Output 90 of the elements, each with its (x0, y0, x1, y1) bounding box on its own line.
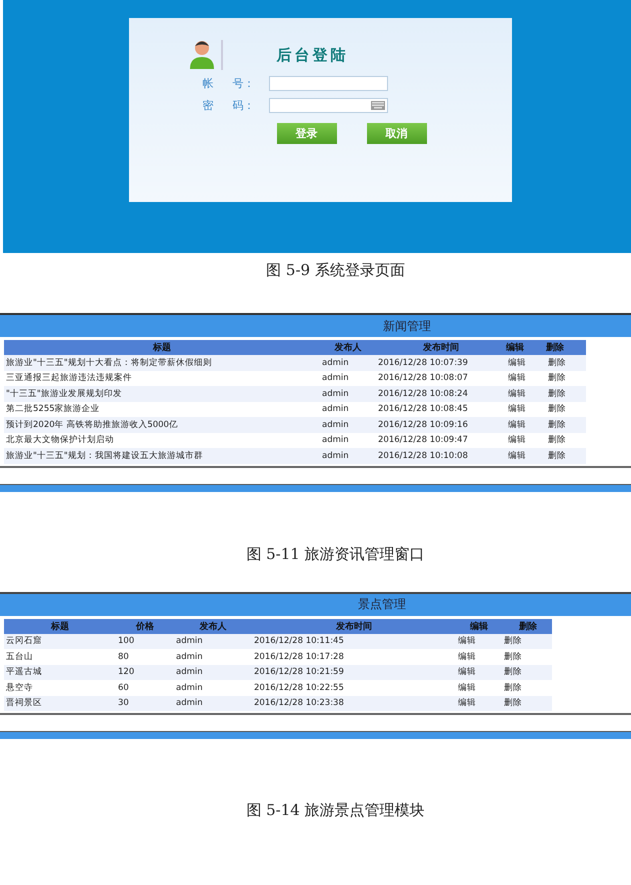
keyboard-icon[interactable] (370, 101, 384, 110)
column-header: 编辑 (506, 341, 525, 354)
table-cell-text: 悬空寺 (5, 682, 34, 694)
edit-link[interactable]: 编辑 (506, 450, 546, 462)
edit-link[interactable]: 编辑 (456, 697, 502, 710)
table-cell-text: 北京最大文物保护计划启动 (5, 434, 115, 446)
table-cell-text: admin (321, 388, 350, 399)
table-cell-text: 2016/12/28 10:23:38 (253, 698, 345, 708)
table-cell-text: admin (175, 652, 204, 662)
table-cell-text: 预计到2020年 高铁将助推旅游收入5000亿 (5, 418, 179, 431)
edit-link[interactable]: 编辑 (506, 388, 546, 400)
field-label: 密 (202, 98, 214, 113)
edit-link[interactable]: 编辑 (456, 682, 502, 694)
table-cell-text: admin (175, 682, 204, 693)
column-header: 发布时间 (335, 620, 373, 632)
table-cell-text: "十三五"旅游业发展规划印发 (5, 388, 123, 400)
column-header: 发布时间 (422, 341, 460, 354)
edit-link[interactable]: 编辑 (456, 635, 502, 648)
delete-link[interactable]: 删除 (546, 434, 586, 446)
delete-link[interactable]: 删除 (546, 388, 586, 400)
password-field[interactable] (268, 98, 388, 113)
edit-link[interactable]: 编辑 (456, 666, 502, 678)
window-title: 景点管理 (358, 596, 406, 613)
table-cell-text: 2016/12/28 10:08:07 (377, 373, 469, 384)
column-header: 删除 (518, 620, 538, 632)
table-cell-text: 2016/12/28 10:22:55 (253, 682, 345, 693)
delete-link[interactable]: 删除 (502, 650, 554, 663)
field-label: 号： (232, 76, 256, 91)
delete-link[interactable]: 删除 (502, 682, 554, 694)
table-cell-text: admin (321, 435, 350, 446)
figure-caption: 图 5-14 旅游景点管理模块 (245, 801, 426, 820)
table-cell-text: 第二批5255家旅游企业 (5, 403, 101, 416)
window-title: 新闻管理 (383, 318, 431, 334)
table-cell-text: 旅游业"十三五"规划十大看点：将制定带薪休假细则 (5, 356, 213, 369)
table-cell-text: admin (175, 636, 204, 646)
table-cell-text: 30 (117, 698, 130, 708)
table-cell-text: 2016/12/28 10:21:59 (253, 667, 345, 678)
delete-link[interactable]: 删除 (502, 697, 554, 710)
table-cell-text: 100 (117, 636, 136, 646)
table-cell-text: 旅游业"十三五"规划：我国将建设五大旅游城市群 (5, 450, 204, 462)
figure-caption: 图 5-11 旅游资讯管理窗口 (245, 544, 426, 564)
edit-link[interactable]: 编辑 (506, 403, 546, 416)
delete-link[interactable]: 删除 (502, 635, 554, 648)
edit-link[interactable]: 编辑 (506, 434, 546, 446)
delete-link[interactable]: 删除 (546, 450, 586, 462)
table-cell-text: 五台山 (5, 650, 34, 663)
delete-link[interactable]: 删除 (546, 372, 586, 384)
column-header: 标题 (152, 342, 172, 354)
delete-link[interactable]: 删除 (546, 403, 586, 416)
table-cell-text: 2016/12/28 10:17:28 (253, 652, 345, 662)
delete-link[interactable]: 删除 (502, 666, 554, 678)
login-title: 后台登陆 (276, 46, 348, 64)
table-cell-text: 晋祠景区 (5, 697, 43, 710)
table-cell-text: admin (321, 404, 350, 414)
user-avatar-icon (188, 39, 214, 71)
edit-link[interactable]: 编辑 (506, 372, 546, 384)
column-header: 标题 (50, 620, 70, 632)
account-field[interactable] (268, 76, 388, 91)
column-header: 删除 (546, 342, 565, 354)
table-cell-text: 120 (117, 667, 136, 678)
table-cell-text: admin (321, 450, 350, 461)
table-cell-text: 2016/12/28 10:10:08 (377, 450, 469, 461)
edit-link[interactable]: 编辑 (506, 356, 546, 369)
column-header: 编辑 (469, 620, 489, 632)
edit-link[interactable]: 编辑 (456, 650, 502, 663)
table-cell-text: admin (321, 373, 350, 384)
table-cell-text: 2016/12/28 10:09:16 (377, 420, 469, 430)
table-cell-text: 80 (117, 652, 130, 662)
edit-link[interactable]: 编辑 (506, 418, 546, 431)
table-cell-text: 2016/12/28 10:11:45 (253, 636, 345, 646)
column-header: 发布人 (198, 620, 228, 632)
table-cell-text: 云冈石窟 (5, 635, 43, 648)
figure-caption: 图 5-9 系统登录页面 (265, 261, 406, 281)
column-header: 发布人 (334, 342, 362, 354)
table-cell-text: admin (175, 698, 204, 708)
table-cell-text: admin (175, 667, 204, 678)
delete-link[interactable]: 删除 (546, 418, 586, 431)
table-cell-text: 2016/12/28 10:09:47 (377, 435, 469, 446)
table-cell-text: 2016/12/28 10:08:24 (377, 388, 469, 399)
field-label: 帐 (202, 76, 214, 91)
column-header: 价格 (134, 620, 155, 632)
table-cell-text: admin (321, 420, 350, 430)
field-label: 码： (232, 98, 256, 113)
table-cell-text: 60 (117, 682, 130, 693)
delete-link[interactable]: 删除 (546, 356, 586, 369)
table-cell-text: 平遥古城 (5, 666, 43, 678)
table-cell-text: 2016/12/28 10:08:45 (377, 404, 469, 414)
table-cell-text: 2016/12/28 10:07:39 (377, 358, 469, 368)
table-cell-text: 三亚通报三起旅游违法违规案件 (5, 372, 133, 384)
table-cell-text: admin (321, 358, 350, 368)
